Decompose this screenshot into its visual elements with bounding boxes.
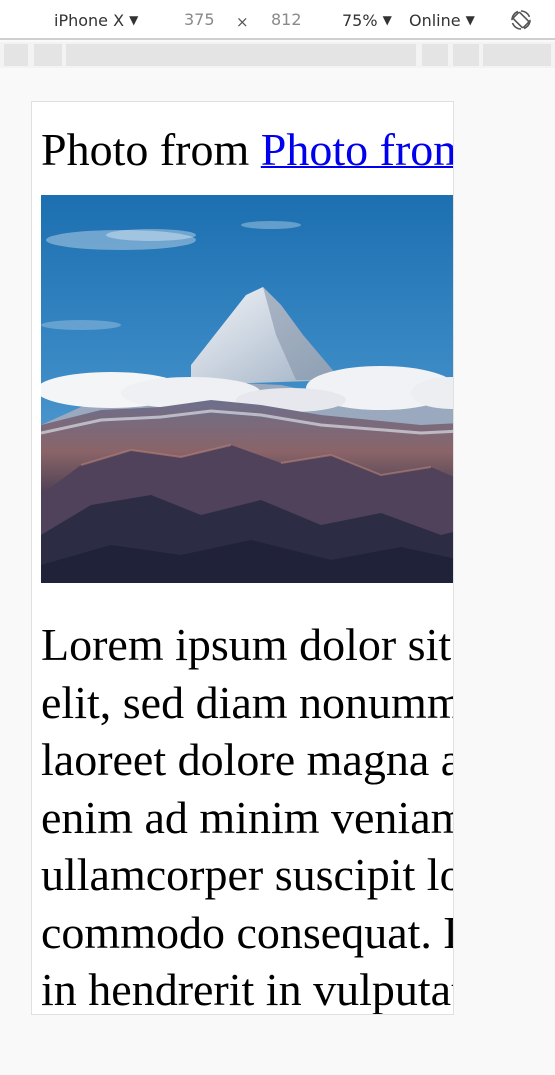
photo-credit-link[interactable]: Photo from Unsplash: [261, 124, 453, 175]
zoom-select-label: 75%: [342, 11, 378, 30]
caret-down-icon: ▼: [129, 13, 139, 27]
body-line: elit, sed diam nonummy nibh euismod tinc…: [41, 676, 453, 728]
photo-caption: Photo from Photo from Unsplash: [41, 122, 453, 178]
body-line: commodo consequat. Duis autem vel eum ir…: [41, 906, 453, 958]
caret-down-icon: ▼: [465, 13, 475, 27]
body-line: Lorem ipsum dolor sit amet, consectetuer…: [41, 619, 453, 670]
device-select-label: iPhone X: [54, 11, 125, 30]
network-select-label: Online: [409, 11, 461, 30]
body-line: in hendrerit in vulputate velit esse mol…: [41, 964, 453, 1015]
zoom-select[interactable]: 75% ▼: [342, 10, 392, 31]
body-line: ullamcorper suscipit lobortis nisl ut al…: [41, 849, 453, 900]
media-query-segment[interactable]: [34, 44, 62, 66]
rotate-icon: [511, 10, 531, 30]
media-query-segment[interactable]: [453, 44, 479, 66]
media-query-segment[interactable]: [422, 44, 448, 66]
body-paragraph: Lorem ipsum dolor sit amet, consectetuer…: [41, 616, 453, 1015]
width-input[interactable]: 375: [184, 10, 215, 30]
media-query-bar: [0, 42, 555, 68]
dimension-separator: ×: [236, 13, 249, 31]
device-viewport: Photo from Photo from Unsplash: [31, 101, 454, 1015]
device-toolbar: iPhone X ▼ 375 × 812 75% ▼ Online ▼: [0, 0, 555, 40]
network-throttle-select[interactable]: Online ▼: [409, 10, 475, 31]
media-query-segment[interactable]: [4, 44, 28, 66]
caret-down-icon: ▼: [382, 13, 392, 27]
mountain-photo: [41, 195, 453, 583]
body-line: enim ad minim veniam, quis nostrud exerc…: [41, 791, 453, 843]
body-line: laoreet dolore magna aliquam erat volutp…: [41, 734, 453, 785]
height-input[interactable]: 812: [271, 10, 302, 30]
device-select[interactable]: iPhone X ▼: [54, 10, 138, 31]
media-query-segment[interactable]: [66, 44, 416, 66]
media-query-segment[interactable]: [483, 44, 551, 66]
caption-prefix: Photo from: [41, 124, 261, 175]
rotate-button[interactable]: [510, 9, 532, 31]
